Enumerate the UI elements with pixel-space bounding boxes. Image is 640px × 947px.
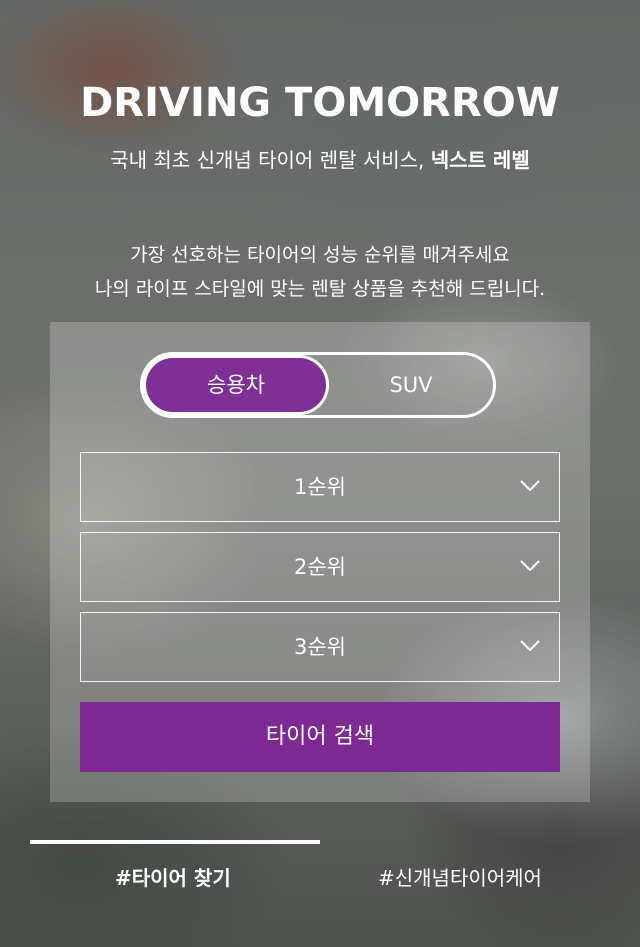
tire-search-panel: 승용차 SUV 1순위 2순위 3순위 타이어 검색 [50,322,590,802]
intro-text: 가장 선호하는 타이어의 성능 순위를 매겨주세요 나의 라이프 스타일에 맞는… [0,238,640,306]
rank-1-select[interactable]: 1순위 [80,452,560,522]
hero-subtitle-brand: 넥스트 레벨 [430,148,530,172]
vehicle-type-toggle: 승용차 SUV [140,352,496,418]
tire-search-button[interactable]: 타이어 검색 [80,702,560,772]
toggle-option-sedan[interactable]: 승용차 [143,355,329,415]
intro-line-1: 가장 선호하는 타이어의 성능 순위를 매겨주세요 [130,244,510,266]
rank-3-select[interactable]: 3순위 [80,612,560,682]
chevron-down-icon [520,640,540,652]
rank-1-value: 1순위 [293,475,346,499]
active-tab-indicator [30,840,320,844]
hero-subtitle-text: 국내 최초 신개념 타이어 렌탈 서비스, [110,148,431,172]
tab-find-tire[interactable]: #타이어 찾기 [115,862,231,891]
rank-3-value: 3순위 [293,635,346,659]
chevron-down-icon [520,560,540,572]
intro-line-2: 나의 라이프 스타일에 맞는 렌탈 상품을 추천해 드립니다. [94,278,546,300]
hero-title: DRIVING TOMORROW [80,80,560,126]
tab-tire-care[interactable]: #신개념타이어케어 [378,862,542,891]
rank-2-value: 2순위 [293,555,346,579]
rank-2-select[interactable]: 2순위 [80,532,560,602]
hero-subtitle: 국내 최초 신개념 타이어 렌탈 서비스, 넥스트 레벨 [0,144,640,173]
toggle-option-suv[interactable]: SUV [329,355,493,415]
chevron-down-icon [520,480,540,492]
